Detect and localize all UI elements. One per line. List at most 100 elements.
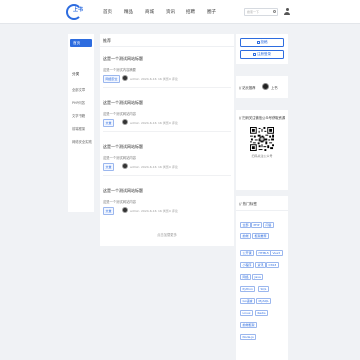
main-feed: 推荐 这是一个测试网站标题 这是一个测试内容摘要 网络安全 admin 2024… — [100, 34, 234, 246]
nav-item-news[interactable]: 资讯 — [166, 9, 175, 15]
post-date: 2024-6-16 — [141, 120, 157, 125]
tag-item[interactable]: Python — [240, 286, 256, 292]
divider — [103, 175, 231, 176]
tag-item[interactable]: CSS3 — [266, 262, 279, 268]
sidebar-item-security[interactable]: 网络安全实践 — [72, 139, 92, 144]
post-author[interactable]: admin — [130, 77, 139, 81]
tag-item[interactable]: 前端 — [240, 233, 252, 239]
post-summary: 这是一个测试网站内容 — [103, 156, 136, 160]
post-date: 2024-6-16 — [141, 208, 157, 213]
top-navbar: 上书 首页 精品 商城 资讯 招聘 圈子 搜索一下 — [0, 0, 360, 24]
post-summary: 这是一个测试网站内容 — [103, 200, 136, 204]
search-icon[interactable] — [273, 10, 276, 13]
post-tag[interactable]: 文章 — [103, 207, 115, 215]
sidebar-item-home[interactable]: 首页 — [70, 39, 92, 47]
post-tag[interactable]: 文章 — [103, 119, 115, 127]
logo-text[interactable]: 上书 — [73, 6, 83, 13]
post-meta: 文章 admin 2024-6-16 16 浏览 0 评论 — [103, 163, 231, 171]
avatar[interactable] — [122, 75, 128, 81]
author-panel-label: // 站长推荐 — [239, 86, 256, 90]
qrcode-image — [250, 127, 274, 151]
post-views: 16 浏览 — [158, 120, 169, 125]
sidebar-item-all[interactable]: 全部文章 — [72, 87, 85, 92]
avatar[interactable] — [122, 163, 128, 169]
post-comments: 0 评论 — [169, 208, 178, 213]
tag-item[interactable]: 问答 — [263, 222, 275, 228]
post-date: 2024-6-16 — [141, 76, 157, 81]
left-sidebar: 首页 分类 全部文章 PHP问答 文学书籍 前端框架 网络安全实践 — [68, 34, 94, 212]
post-author[interactable]: admin — [130, 165, 139, 169]
qrcode-panel-title: // 扫码关注微信公众号获取资源 — [239, 116, 286, 120]
sidebar-item-label: 首页 — [73, 41, 81, 45]
tag-item[interactable]: 小程序 — [240, 262, 255, 268]
user-icon — [253, 52, 256, 56]
tag-item[interactable]: Vue3 — [270, 250, 283, 256]
author-name[interactable]: 上书 — [271, 85, 278, 90]
sidebar-item-frontend[interactable]: 前端框架 — [72, 126, 85, 131]
post-title[interactable]: 这是一个测试网站标题 — [103, 144, 143, 150]
tag-item[interactable]: 资讯 — [255, 262, 267, 268]
divider — [103, 131, 231, 132]
nav-item-shop[interactable]: 商城 — [145, 9, 154, 15]
post-meta: 文章 admin 2024-6-16 16 浏览 0 评论 — [103, 207, 231, 215]
tag-item[interactable]: 全部 — [240, 222, 252, 228]
tag-item[interactable]: 公开课 — [240, 250, 255, 256]
post-views: 16 浏览 — [158, 208, 169, 213]
post-title[interactable]: 这是一个测试网站标题 — [103, 188, 143, 194]
register-button-label: 注册登录 — [257, 52, 271, 56]
tags-panel: // 热门标签 全部 PHP 问答 前端 框架推荐 公开课 HTML5 Vue3… — [236, 196, 288, 360]
tag-item[interactable]: Linux — [240, 310, 254, 316]
feed-title: 推荐 — [103, 38, 111, 43]
sidebar-item-books[interactable]: 文学书籍 — [72, 113, 85, 118]
post-author[interactable]: admin — [130, 209, 139, 213]
tag-item[interactable]: HTML5 — [256, 250, 272, 256]
author-panel: // 站长推荐 上书 — [236, 76, 288, 98]
search-placeholder: 搜索一下 — [247, 10, 260, 14]
avatar[interactable] — [262, 83, 269, 90]
post-tag[interactable]: 文章 — [103, 163, 115, 171]
post-tag[interactable]: 网络安全 — [103, 75, 121, 83]
qrcode-panel: // 扫码关注微信公众号获取资源 扫码关注公众号 — [236, 110, 288, 190]
post-comments: 0 评论 — [169, 76, 178, 81]
edit-icon — [256, 40, 260, 44]
tag-item[interactable]: Redis — [255, 310, 269, 316]
search-input[interactable]: 搜索一下 — [244, 8, 278, 16]
post-title[interactable]: 这是一个测试网站标题 — [103, 56, 143, 62]
divider — [103, 87, 231, 88]
nav-item-circle[interactable]: 圈子 — [207, 9, 216, 15]
publish-button[interactable]: 投稿 — [240, 38, 284, 47]
register-button[interactable]: 注册登录 — [240, 50, 284, 59]
avatar[interactable] — [122, 207, 128, 213]
tag-item[interactable]: Node.js — [240, 334, 257, 340]
nav-item-home[interactable]: 首页 — [103, 9, 112, 15]
user-icon[interactable] — [284, 8, 290, 16]
post-views: 16 浏览 — [158, 164, 169, 169]
load-more-button[interactable]: 点击加载更多 — [100, 232, 234, 237]
tag-item[interactable]: 网络 — [240, 274, 252, 280]
post-summary: 这是一个测试网站内容 — [103, 112, 136, 116]
nav-item-jobs[interactable]: 招聘 — [186, 9, 195, 15]
post-comments: 0 评论 — [169, 164, 178, 169]
sidebar-item-php[interactable]: PHP问答 — [72, 100, 85, 105]
avatar[interactable] — [122, 119, 128, 125]
tags-panel-title: // 热门标签 — [239, 202, 257, 206]
tag-item[interactable]: 框架推荐 — [252, 233, 270, 239]
tag-item[interactable]: 前端框架 — [240, 322, 258, 328]
tag-item[interactable]: PHP — [251, 222, 262, 228]
post-meta: 文章 admin 2024-6-16 16 浏览 0 评论 — [103, 119, 231, 127]
post-meta: 网络安全 admin 2024-6-16 16 浏览 0 评论 — [103, 75, 231, 83]
post-summary: 这是一个测试内容摘要 — [103, 68, 136, 72]
action-panel: 投稿 注册登录 — [236, 34, 288, 64]
tag-item[interactable]: Go语言 — [240, 298, 256, 304]
tag-item[interactable]: MySQL — [256, 298, 272, 304]
tag-item[interactable]: SQL — [258, 286, 269, 292]
post-title[interactable]: 这是一个测试网站标题 — [103, 100, 143, 106]
sidebar-section-title: 分类 — [72, 72, 80, 76]
post-author[interactable]: admin — [130, 121, 139, 125]
post-date: 2024-6-16 — [141, 164, 157, 169]
qrcode-caption: 扫码关注公众号 — [251, 154, 273, 158]
tag-item[interactable]: Java — [252, 274, 264, 280]
nav-item-picks[interactable]: 精品 — [124, 9, 133, 15]
post-comments: 0 评论 — [169, 120, 178, 125]
divider — [100, 46, 234, 47]
